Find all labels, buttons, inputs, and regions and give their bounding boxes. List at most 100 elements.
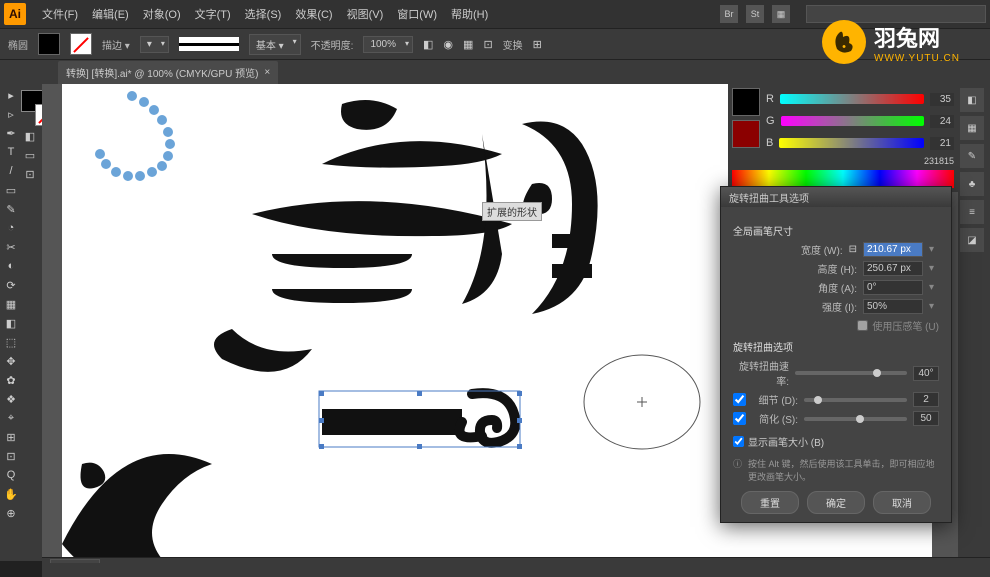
- column-graph-tool[interactable]: ⊡: [2, 447, 20, 465]
- selection-label: 椭圆: [8, 37, 28, 52]
- tab-title: 转换] [转换].ai* @ 100% (CMYK/GPU 预览): [66, 65, 258, 80]
- cancel-button[interactable]: 取消: [873, 491, 931, 514]
- mesh-tool[interactable]: ✿: [2, 371, 20, 389]
- color-mode-icon[interactable]: ◧: [21, 127, 39, 145]
- direct-selection-tool[interactable]: ▹: [2, 105, 20, 123]
- stroke-label: 描边 ▾: [102, 37, 130, 52]
- rate-slider[interactable]: [795, 371, 907, 375]
- pen-tool[interactable]: ✒: [2, 124, 20, 142]
- free-transform-tool[interactable]: ⬚: [2, 333, 20, 351]
- paintbrush-tool[interactable]: ✎: [2, 200, 20, 218]
- isolate-icon[interactable]: ⊞: [533, 38, 542, 51]
- width-input[interactable]: [863, 242, 923, 257]
- hex-value[interactable]: 231815: [732, 156, 954, 166]
- color-panel[interactable]: R35 G24 B21 231815: [728, 84, 958, 192]
- simplify-slider[interactable]: [804, 417, 907, 421]
- height-input[interactable]: [863, 261, 923, 276]
- layers-panel-icon[interactable]: ◪: [960, 228, 984, 252]
- symbol-sprayer-tool[interactable]: ⊞: [2, 428, 20, 446]
- symbols-panel-icon[interactable]: ♣: [960, 172, 984, 196]
- draw-mode-icon[interactable]: ⊡: [21, 165, 39, 183]
- zoom-tool[interactable]: ⊕: [2, 504, 20, 522]
- menu-help[interactable]: 帮助(H): [445, 2, 494, 26]
- simplify-value[interactable]: 50: [913, 411, 939, 426]
- brush-style-dropdown[interactable]: 基本 ▾: [249, 34, 301, 55]
- detail-slider[interactable]: [804, 398, 907, 402]
- menu-window[interactable]: 窗口(W): [391, 2, 443, 26]
- blue-slider[interactable]: [779, 138, 924, 148]
- transform-button[interactable]: 变换: [503, 37, 523, 52]
- fill-swatch[interactable]: [38, 33, 60, 55]
- dropdown-icon[interactable]: ▾: [929, 282, 939, 293]
- rectangle-tool[interactable]: ▭: [2, 181, 20, 199]
- scissors-tool[interactable]: ✂: [2, 238, 20, 256]
- green-value[interactable]: 24: [930, 115, 954, 128]
- menu-effect[interactable]: 效果(C): [289, 2, 338, 26]
- color-secondary-swatch[interactable]: [732, 120, 760, 148]
- graphic-style-icon[interactable]: ◧: [423, 38, 433, 51]
- stock-icon[interactable]: St: [746, 5, 764, 23]
- align-icon[interactable]: ▦: [463, 38, 473, 51]
- shape-builder-tool[interactable]: ✥: [2, 352, 20, 370]
- horizontal-scrollbar[interactable]: [42, 563, 958, 577]
- swatches-panel-icon[interactable]: ▦: [960, 116, 984, 140]
- menu-type[interactable]: 文字(T): [189, 2, 237, 26]
- type-tool[interactable]: T: [2, 143, 20, 161]
- document-tab[interactable]: 转换] [转换].ai* @ 100% (CMYK/GPU 预览) ×: [58, 61, 278, 84]
- link-icon[interactable]: ⊟: [849, 244, 857, 255]
- rotate-tool[interactable]: ◐: [2, 257, 20, 275]
- section-brush-size: 全局画笔尺寸: [733, 223, 939, 238]
- menu-object[interactable]: 对象(O): [137, 2, 187, 26]
- blue-value[interactable]: 21: [930, 137, 954, 150]
- stroke-swatch[interactable]: [70, 33, 92, 55]
- selection-tool[interactable]: ▸: [2, 86, 20, 104]
- dropdown-icon[interactable]: ▾: [929, 301, 939, 312]
- line-tool[interactable]: /: [2, 162, 20, 180]
- screen-mode-icon[interactable]: ▭: [21, 146, 39, 164]
- stroke-weight-dropdown[interactable]: ▾: [140, 36, 169, 53]
- eyedropper-tool[interactable]: ⌖: [2, 409, 20, 427]
- angle-input[interactable]: [863, 280, 923, 295]
- intensity-label: 强度 (I):: [733, 299, 857, 314]
- stroke-preview[interactable]: [179, 37, 239, 51]
- brushes-panel-icon[interactable]: ✎: [960, 144, 984, 168]
- show-brush-checkbox[interactable]: [733, 436, 744, 447]
- hand-tool[interactable]: ✋: [2, 485, 20, 503]
- color-fill-swatch[interactable]: [732, 88, 760, 116]
- reset-button[interactable]: 重置: [741, 491, 799, 514]
- width-tool[interactable]: ◧: [2, 314, 20, 332]
- menu-view[interactable]: 视图(V): [341, 2, 390, 26]
- recolor-icon[interactable]: ◉: [443, 38, 453, 51]
- menu-select[interactable]: 选择(S): [239, 2, 288, 26]
- close-icon[interactable]: ×: [264, 67, 270, 78]
- stroke-panel-icon[interactable]: ≡: [960, 200, 984, 224]
- simplify-checkbox[interactable]: [733, 412, 746, 425]
- shaper-tool[interactable]: ◔: [2, 219, 20, 237]
- detail-checkbox[interactable]: [733, 393, 746, 406]
- dropdown-icon[interactable]: ▾: [929, 244, 939, 255]
- menu-file[interactable]: 文件(F): [36, 2, 84, 26]
- shape-icon[interactable]: ⊡: [483, 38, 492, 51]
- arrange-icon[interactable]: ▦: [772, 5, 790, 23]
- tooltip: 扩展的形状: [482, 202, 542, 221]
- color-panel-icon[interactable]: ◧: [960, 88, 984, 112]
- scale-tool[interactable]: ▦: [2, 295, 20, 313]
- twist-tool[interactable]: ⟳: [2, 276, 20, 294]
- intensity-input[interactable]: [863, 299, 923, 314]
- red-slider[interactable]: [780, 94, 924, 104]
- dropdown-icon[interactable]: ▾: [929, 263, 939, 274]
- gradient-tool[interactable]: ❖: [2, 390, 20, 408]
- detail-value[interactable]: 2: [913, 392, 939, 407]
- menu-edit[interactable]: 编辑(E): [86, 2, 135, 26]
- rate-value[interactable]: 40°: [913, 366, 939, 381]
- dialog-titlebar[interactable]: 旋转扭曲工具选项: [721, 187, 951, 207]
- bridge-icon[interactable]: Br: [720, 5, 738, 23]
- opacity-dropdown[interactable]: 100%: [363, 36, 413, 53]
- red-value[interactable]: 35: [930, 93, 954, 106]
- ok-button[interactable]: 确定: [807, 491, 865, 514]
- green-slider[interactable]: [781, 116, 924, 126]
- watermark-url: WWW.YUTU.CN: [874, 53, 960, 64]
- artboard-tool[interactable]: Q: [2, 466, 20, 484]
- twirl-tool-options-dialog[interactable]: 旋转扭曲工具选项 全局画笔尺寸 宽度 (W): ⊟ ▾ 高度 (H): ▾ 角度…: [720, 186, 952, 523]
- section-twirl: 旋转扭曲选项: [733, 339, 939, 354]
